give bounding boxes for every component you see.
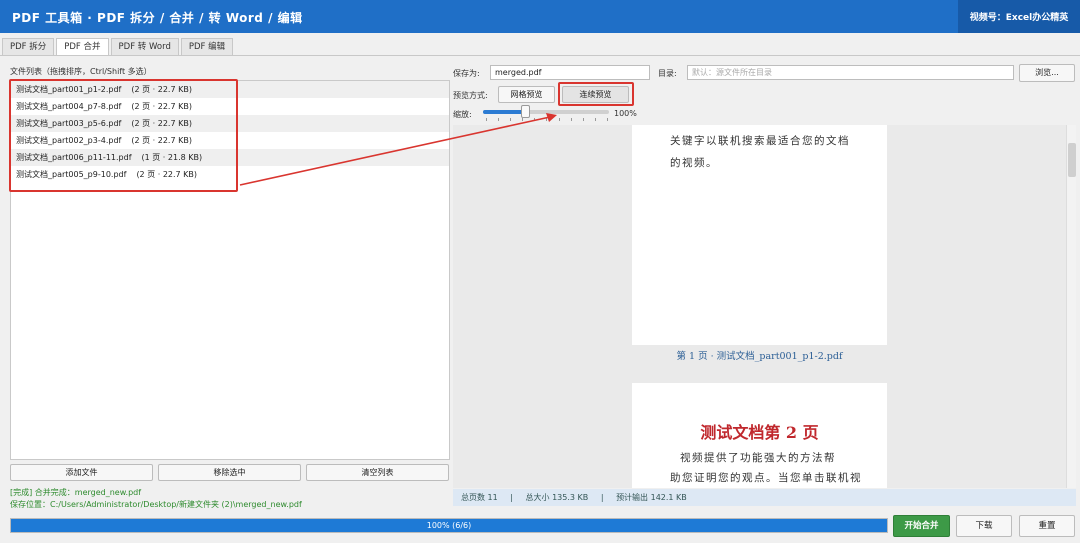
file-list-label: 文件列表（拖拽排序，Ctrl/Shift 多选） (10, 67, 152, 76)
add-file-button[interactable]: 添加文件 (10, 464, 153, 481)
zoom-slider-handle[interactable] (520, 105, 530, 118)
directory-label: 目录: (658, 69, 677, 78)
browse-button[interactable]: 浏览... (1019, 64, 1075, 82)
zoom-ticks (486, 118, 608, 121)
preview-pane[interactable]: 关键字以联机搜索最适合您的文档 的视频。 第 1 页 · 测试文档_part00… (453, 125, 1076, 488)
start-merge-button[interactable]: 开始合并 (893, 515, 950, 537)
tab-pdf-merge[interactable]: PDF 合并 (56, 38, 109, 56)
preview-scrollbar[interactable] (1066, 125, 1076, 488)
scrollbar-thumb[interactable] (1068, 143, 1076, 177)
progress-bar: 100% (6/6) (10, 518, 888, 533)
total-pages: 总页数 11 (461, 493, 498, 502)
status-done: [完成] 合并完成：merged_new.pdf (10, 488, 142, 497)
page1-line1: 关键字以联机搜索最适合您的文档 (670, 135, 850, 147)
page2-line2: 助您证明您的观点。当您单击联机视 (670, 472, 862, 484)
continuous-preview-highlight-box (558, 82, 634, 106)
estimated-output: 预计输出 142.1 KB (616, 493, 687, 502)
reset-button[interactable]: 重置 (1019, 515, 1075, 537)
progress-text: 100% (6/6) (426, 521, 472, 530)
stats-separator: | (510, 493, 513, 502)
title-bar: PDF 工具箱 · PDF 拆分 / 合并 / 转 Word / 编辑 视频号：… (0, 0, 1080, 33)
preview-page-1: 关键字以联机搜索最适合您的文档 的视频。 (632, 125, 887, 345)
tab-divider (0, 55, 1080, 56)
tab-pdf-to-word[interactable]: PDF 转 Word (110, 38, 179, 55)
preview-page-2: 测试文档第 2 页 视频提供了功能强大的方法帮 助您证明您的观点。当您单击联机视 (632, 383, 887, 488)
grid-preview-button[interactable]: 网格预览 (498, 86, 555, 103)
page2-heading: 测试文档第 2 页 (700, 423, 819, 442)
channel-badge: 视频号：Excel办公精英 (958, 0, 1080, 33)
tab-pdf-split[interactable]: PDF 拆分 (2, 38, 55, 55)
stats-bar: 总页数 11 | 总大小 135.3 KB | 预计输出 142.1 KB (453, 489, 1076, 506)
file-list-highlight-box (9, 79, 238, 192)
zoom-value: 100% (614, 109, 637, 118)
remove-selected-button[interactable]: 移除选中 (158, 464, 301, 481)
tab-bar: PDF 拆分 PDF 合并 PDF 转 Word PDF 编辑 (0, 38, 234, 56)
page1-caption: 第 1 页 · 测试文档_part001_p1-2.pdf (676, 351, 843, 362)
page2-line1: 视频提供了功能强大的方法帮 (680, 452, 836, 464)
tab-pdf-edit[interactable]: PDF 编辑 (180, 38, 234, 55)
clear-list-button[interactable]: 清空列表 (306, 464, 449, 481)
stats-separator: | (600, 493, 604, 502)
zoom-slider-track[interactable] (483, 110, 609, 114)
directory-input[interactable]: 默认：源文件所在目录 (687, 65, 1014, 80)
download-button[interactable]: 下载 (956, 515, 1012, 537)
zoom-slider-fill (483, 110, 525, 114)
zoom-label: 缩放: (453, 110, 472, 119)
save-as-label: 保存为: (453, 69, 480, 78)
save-as-input[interactable]: merged.pdf (490, 65, 650, 80)
preview-mode-label: 预览方式: (453, 91, 488, 100)
status-path: 保存位置：C:/Users/Administrator/Desktop/新建文件… (10, 500, 302, 509)
total-size: 总大小 135.3 KB (525, 493, 589, 502)
app-title: PDF 工具箱 · PDF 拆分 / 合并 / 转 Word / 编辑 (12, 11, 303, 25)
page1-line2: 的视频。 (670, 157, 718, 169)
